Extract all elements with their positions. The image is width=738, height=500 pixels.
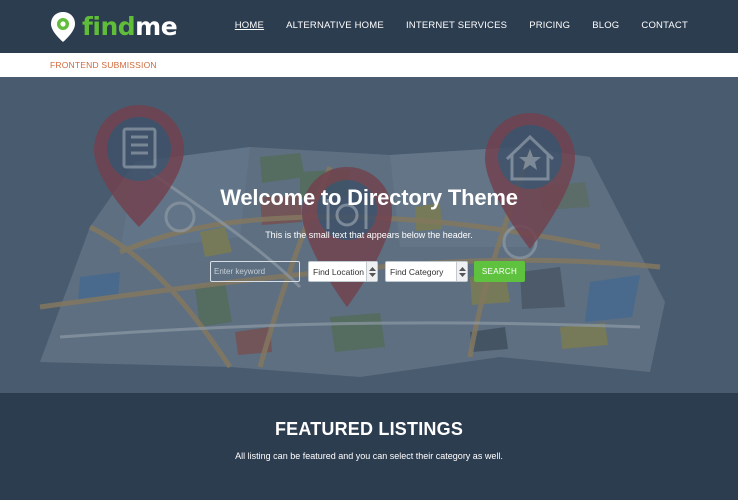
logo-text: findme	[82, 12, 178, 41]
nav-blog[interactable]: BLOG	[592, 20, 619, 31]
category-select-value: Find Category	[390, 267, 444, 277]
category-select[interactable]: Find Category	[385, 261, 468, 282]
chevron-updown-icon	[369, 267, 376, 277]
location-select-value: Find Location	[313, 267, 365, 277]
hero-section: Welcome to Directory Theme This is the s…	[0, 77, 738, 393]
main-nav: HOME ALTERNATIVE HOME INTERNET SERVICES …	[213, 20, 688, 31]
featured-subtitle: All listing can be featured and you can …	[235, 451, 503, 461]
frontend-submission-link[interactable]: FRONTEND SUBMISSION	[50, 60, 157, 70]
keyword-input[interactable]	[210, 261, 300, 282]
search-form: Find Location Find Category SEARCH	[0, 261, 738, 282]
chevron-updown-icon	[459, 267, 466, 277]
map-pin-icon	[51, 12, 75, 42]
featured-section: FEATURED LISTINGS All listing can be fea…	[0, 393, 738, 500]
logo[interactable]: findme	[50, 11, 178, 43]
site-header: findme HOME ALTERNATIVE HOME INTERNET SE…	[0, 0, 738, 53]
hero-subtitle: This is the small text that appears belo…	[265, 230, 473, 240]
nav-contact[interactable]: CONTACT	[641, 20, 688, 31]
search-button[interactable]: SEARCH	[474, 261, 525, 282]
hero-title: Welcome to Directory Theme	[220, 185, 518, 210]
nav-pricing[interactable]: PRICING	[529, 20, 570, 31]
location-select[interactable]: Find Location	[308, 261, 378, 282]
sub-bar: FRONTEND SUBMISSION	[0, 53, 738, 77]
nav-home[interactable]: HOME	[235, 20, 264, 31]
nav-internet-services[interactable]: INTERNET SERVICES	[406, 20, 507, 31]
nav-alternative-home[interactable]: ALTERNATIVE HOME	[286, 20, 384, 31]
category-select-arrow[interactable]	[456, 262, 467, 281]
location-select-arrow[interactable]	[366, 262, 377, 281]
featured-title: FEATURED LISTINGS	[274, 419, 464, 439]
